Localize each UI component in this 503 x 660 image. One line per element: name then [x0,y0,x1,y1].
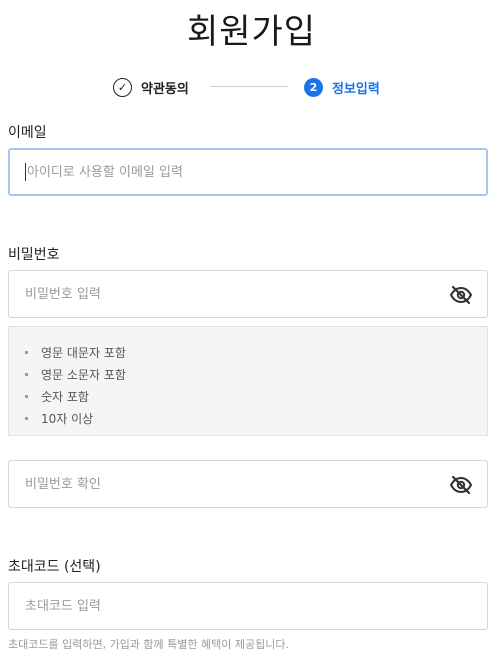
password-field-container [8,270,488,318]
password-rule-text: 10자 이상 [41,411,94,426]
password-rule-text: 영문 소문자 포함 [41,367,126,382]
password-label: 비밀번호 [8,247,60,263]
password-rule-text: 영문 대문자 포함 [41,345,126,360]
bullet [25,372,28,376]
password-rule-text: 숫자 포함 [41,389,89,404]
signup-steps: ✓ 약관동의 2 정보입력 [0,76,503,98]
bullet [25,394,28,398]
invite-code-label: 초대코드 (선택) [8,559,101,575]
step-connector [210,86,288,87]
password-confirm-field[interactable] [25,476,471,492]
password-rule: 숫자 포함 [25,385,487,407]
invite-code-field-container [8,582,488,630]
step-info: 2 정보입력 [304,76,380,98]
step-number-badge: 2 [304,77,323,97]
invite-code-help: 초대코드를 입력하면, 가입과 함께 특별한 혜택이 제공됩니다. [8,638,289,651]
eye-slash-icon[interactable] [449,473,473,497]
step-terms: ✓ 약관동의 [113,76,189,98]
password-rule: 영문 대문자 포함 [25,341,487,363]
password-rules: 영문 대문자 포함 영문 소문자 포함 숫자 포함 10자 이상 [8,326,488,436]
step-terms-label: 약관동의 [141,81,189,97]
email-label: 이메일 [8,125,47,141]
password-rule: 10자 이상 [25,407,487,429]
page-title: 회원가입 [186,12,317,52]
email-field-container [8,148,488,196]
password-confirm-field-container [8,460,488,508]
password-field[interactable] [25,286,471,302]
eye-slash-icon[interactable] [449,283,473,307]
invite-code-field[interactable] [25,598,471,614]
password-rule: 영문 소문자 포함 [25,363,487,385]
email-field[interactable] [27,164,471,180]
check-circle-icon: ✓ [113,77,132,97]
bullet [25,416,28,420]
bullet [25,350,28,354]
text-caret [25,163,26,181]
step-info-label: 정보입력 [332,81,380,97]
